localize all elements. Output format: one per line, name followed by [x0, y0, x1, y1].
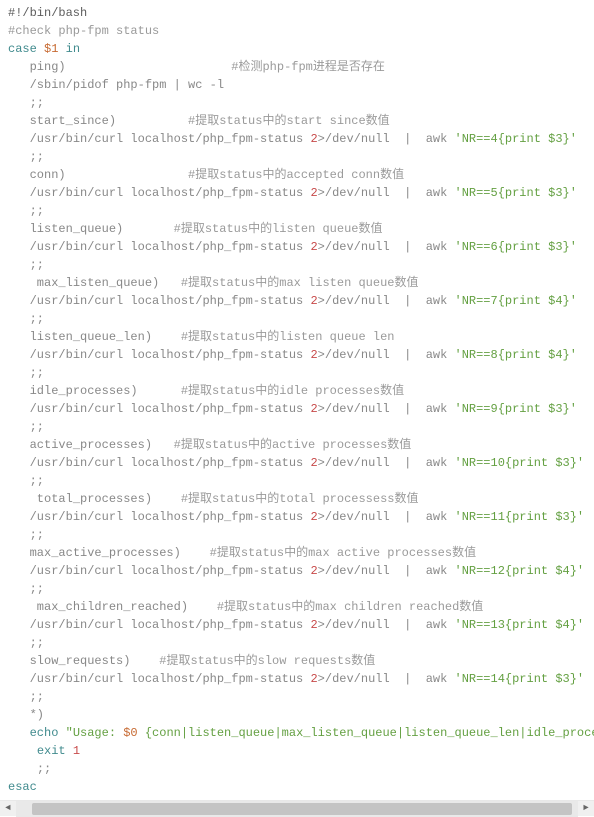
in-keyword: in: [66, 42, 80, 56]
listen-queue-len-comment: #提取status中的listen queue len: [181, 330, 395, 344]
max-children-reached-case: max_children_reached): [30, 600, 188, 614]
horizontal-scrollbar[interactable]: ◄ ►: [0, 800, 594, 816]
exit-code: 1: [66, 744, 80, 758]
idle-processes-case: idle_processes): [30, 384, 138, 398]
slow-requests-comment: #提取status中的slow requests数值: [159, 654, 375, 668]
listen-queue-case: listen_queue): [30, 222, 124, 236]
listen-queue-len-case: listen_queue_len): [30, 330, 152, 344]
max-active-processes-comment: #提取status中的max active processes数值: [210, 546, 476, 560]
max-listen-queue-case: max_listen_queue): [30, 276, 160, 290]
semicolons: ;;: [30, 96, 44, 110]
awk-string: 'NR==4{print $3}': [455, 132, 577, 146]
shebang-line: #!/bin/bash: [8, 6, 87, 20]
scroll-right-arrow-icon[interactable]: ►: [578, 801, 594, 817]
total-processes-comment: #提取status中的total processess数值: [181, 492, 419, 506]
start-since-case: start_since): [30, 114, 116, 128]
echo-keyword: echo: [30, 726, 59, 740]
pidof-line: /sbin/pidof php-fpm | wc -l: [30, 78, 224, 92]
comment-line: #check php-fpm status: [8, 24, 159, 38]
slow-requests-case: slow_requests): [30, 654, 131, 668]
curl-line: /usr/bin/curl localhost/php_fpm-status: [30, 132, 311, 146]
active-processes-comment: #提取status中的active processes数值: [174, 438, 412, 452]
max-listen-queue-comment: #提取status中的max listen queue数值: [181, 276, 419, 290]
max-children-reached-comment: #提取status中的max children reached数值: [217, 600, 483, 614]
listen-queue-comment: #提取status中的listen queue数值: [174, 222, 383, 236]
active-processes-case: active_processes): [30, 438, 152, 452]
start-since-comment: #提取status中的start since数值: [188, 114, 390, 128]
code-pre: #!/bin/bash #check php-fpm status case $…: [8, 4, 586, 796]
total-processes-case: total_processes): [30, 492, 152, 506]
case-variable: $1: [44, 42, 58, 56]
default-case: *): [30, 708, 44, 722]
idle-processes-comment: #提取status中的idle processes数值: [181, 384, 404, 398]
case-keyword: case: [8, 42, 37, 56]
usage-var: $0: [123, 726, 137, 740]
usage-string-pre: "Usage:: [58, 726, 123, 740]
scroll-thumb[interactable]: [32, 803, 572, 815]
scroll-left-arrow-icon[interactable]: ◄: [0, 801, 16, 817]
conn-case: conn): [30, 168, 66, 182]
ping-comment: #检测php-fpm进程是否存在: [231, 60, 385, 74]
usage-string-post: {conn|listen_queue|max_listen_queue|list…: [138, 726, 594, 740]
esac-keyword: esac: [8, 780, 37, 794]
exit-keyword: exit: [37, 744, 66, 758]
code-block: #!/bin/bash #check php-fpm status case $…: [0, 0, 594, 800]
conn-comment: #提取status中的accepted conn数值: [188, 168, 404, 182]
ping-case: ping): [30, 60, 66, 74]
max-active-processes-case: max_active_processes): [30, 546, 181, 560]
scroll-track[interactable]: [16, 801, 578, 817]
